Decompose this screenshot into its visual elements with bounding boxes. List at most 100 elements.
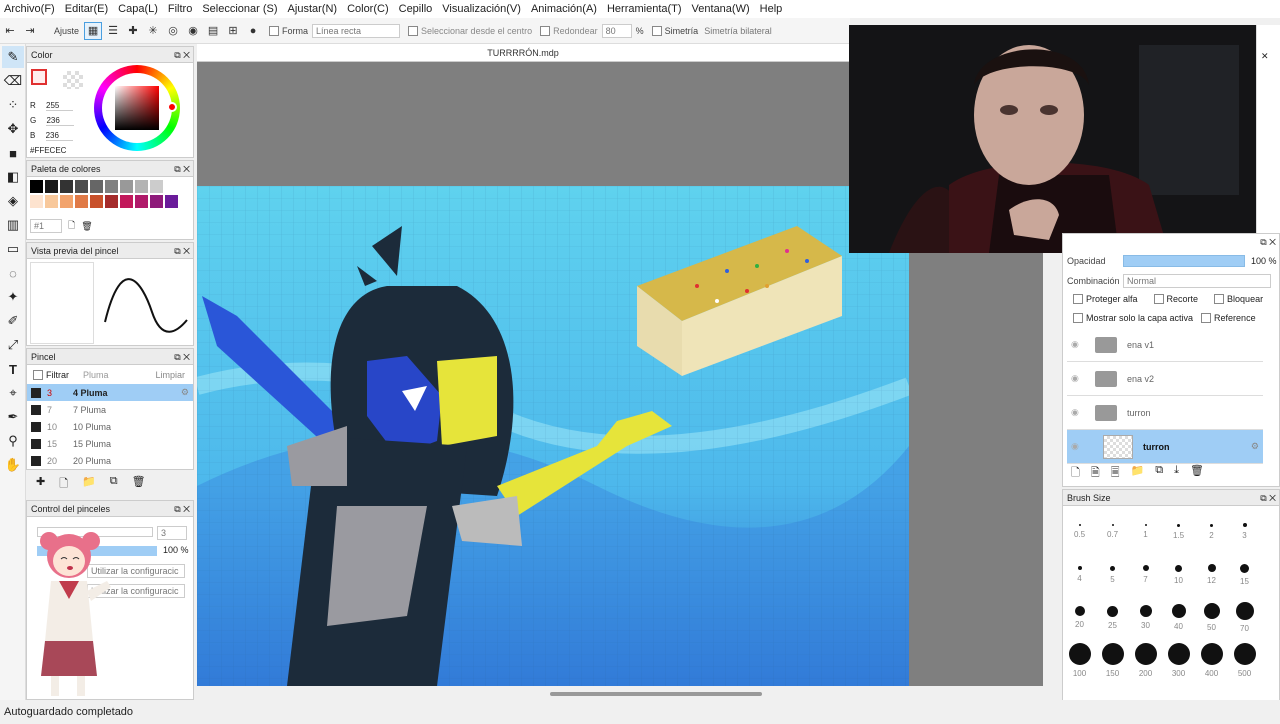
canvas-tab[interactable]: TURRRRÓN.mdp: [197, 44, 849, 62]
palette-swatch[interactable]: [135, 195, 148, 208]
symmetry-checkbox[interactable]: [651, 25, 662, 36]
horizontal-scrollbar[interactable]: [550, 692, 762, 696]
layer-row[interactable]: ◉ turron: [1067, 396, 1263, 430]
menu-item-1[interactable]: Editar(E): [65, 3, 108, 15]
brush-size-cell[interactable]: 50: [1195, 596, 1228, 639]
brush-list-item[interactable]: 7 7 Pluma: [27, 401, 193, 418]
panel-controls-icon[interactable]: ⧉ ✕: [174, 243, 190, 259]
saturation-square[interactable]: [115, 86, 159, 130]
layer-row[interactable]: ◉ turron ⚙: [1067, 430, 1263, 464]
panel-controls-icon[interactable]: ⧉ ✕: [174, 47, 190, 63]
rect-fill-icon[interactable]: ■: [2, 142, 24, 164]
r-value[interactable]: 255: [46, 101, 74, 111]
visibility-icon[interactable]: ◉: [1071, 407, 1079, 418]
new-layer-alt-icon[interactable]: 🗎: [1091, 464, 1100, 483]
menu-item-11[interactable]: Ventana(W): [692, 3, 750, 15]
new-brush-icon[interactable]: 🗋: [59, 475, 68, 494]
brush-size-cell[interactable]: 30: [1129, 596, 1162, 639]
panel-controls-icon[interactable]: ⧉ ✕: [174, 501, 190, 517]
panel-controls-icon[interactable]: ✕: [1261, 51, 1269, 62]
copy-brush-icon[interactable]: ⧉: [110, 475, 118, 494]
palette-swatch[interactable]: [150, 195, 163, 208]
filter-input[interactable]: Pluma: [83, 370, 109, 380]
grid-icon[interactable]: ▤: [204, 22, 222, 40]
menu-item-9[interactable]: Animación(A): [531, 3, 597, 15]
brush-size-cell[interactable]: 1.5: [1162, 510, 1195, 553]
brush-list-item[interactable]: 10 10 Pluma: [27, 418, 193, 435]
menu-item-7[interactable]: Cepillo: [399, 3, 433, 15]
new-vector-layer-icon[interactable]: 🗏: [1111, 464, 1120, 483]
brush-size-cell[interactable]: 150: [1096, 639, 1129, 682]
palette-swatch[interactable]: [90, 195, 103, 208]
artwork-canvas[interactable]: [197, 186, 909, 686]
brush-list-item[interactable]: 20 20 Pluma: [27, 452, 193, 469]
clipping-checkbox[interactable]: [1153, 294, 1164, 304]
merge-down-icon[interactable]: ⤓: [1174, 464, 1179, 483]
brush-size-cell[interactable]: 0.7: [1096, 510, 1129, 553]
move-tool-icon[interactable]: ✥: [2, 118, 24, 140]
brush-settings-icon[interactable]: ⚙: [181, 387, 189, 398]
brush-size-cell[interactable]: 12: [1195, 553, 1228, 596]
layer-settings-icon[interactable]: ⚙: [1251, 441, 1259, 452]
visibility-icon[interactable]: ◉: [1071, 339, 1079, 350]
visibility-icon[interactable]: ◉: [1071, 441, 1079, 452]
brush-size-cell[interactable]: 1: [1129, 510, 1162, 553]
bucket-tool-icon[interactable]: ◧: [2, 166, 24, 188]
add-brush-icon[interactable]: ✚: [36, 475, 45, 494]
brush-size-cell[interactable]: 5: [1096, 553, 1129, 596]
brush-size-cell[interactable]: 40: [1162, 596, 1195, 639]
menu-item-2[interactable]: Capa(L): [118, 3, 158, 15]
brush-size-cell[interactable]: 300: [1162, 639, 1195, 682]
pen-tool-icon[interactable]: ✒: [2, 406, 24, 428]
reference-checkbox[interactable]: [1201, 313, 1212, 323]
brush-size-cell[interactable]: 10: [1162, 553, 1195, 596]
round-checkbox[interactable]: [540, 25, 551, 36]
ellipse-icon[interactable]: ◎: [164, 22, 182, 40]
palette-swatch[interactable]: [120, 195, 133, 208]
eraser-tool-icon[interactable]: ⌫: [2, 70, 24, 92]
round-value[interactable]: 80: [601, 23, 632, 38]
menu-item-3[interactable]: Filtro: [168, 3, 192, 15]
foreground-swatch[interactable]: [31, 69, 47, 85]
text-tool-icon[interactable]: T: [2, 358, 24, 380]
palette-swatch[interactable]: [45, 180, 58, 193]
b-value[interactable]: 236: [45, 131, 73, 141]
brush-size-cell[interactable]: 7: [1129, 553, 1162, 596]
menu-item-8[interactable]: Visualización(V): [442, 3, 521, 15]
lock-checkbox[interactable]: [1214, 294, 1225, 304]
eyedropper-icon[interactable]: ⚲: [2, 430, 24, 452]
palette-swatch[interactable]: [75, 180, 88, 193]
layer-row[interactable]: ◉ ena v1: [1067, 328, 1263, 362]
brush-list-item[interactable]: 15 15 Pluma: [27, 435, 193, 452]
color-wheel[interactable]: [94, 65, 180, 151]
palette-swatch[interactable]: [105, 180, 118, 193]
palette-swatch[interactable]: [135, 180, 148, 193]
brush-tool-icon[interactable]: ✎: [2, 46, 24, 68]
filter-checkbox[interactable]: [33, 369, 43, 380]
palette-page-icon[interactable]: 🗋: [68, 218, 75, 234]
palette-swatch[interactable]: [150, 180, 163, 193]
palette-swatch[interactable]: [60, 180, 73, 193]
dot-icon[interactable]: ●: [244, 22, 262, 40]
concentric-icon[interactable]: ◉: [184, 22, 202, 40]
brush-size-cell[interactable]: 3: [1228, 510, 1261, 553]
cross-lines-icon[interactable]: ✚: [124, 22, 142, 40]
ajuste-grid-icon[interactable]: ▦: [84, 21, 103, 40]
brush-size-cell[interactable]: 500: [1228, 639, 1261, 682]
size-value[interactable]: 3: [157, 526, 187, 540]
lasso-select-icon[interactable]: ◌: [2, 262, 24, 284]
background-swatch[interactable]: [63, 71, 83, 89]
new-folder-icon[interactable]: 📁: [1131, 464, 1145, 483]
rect-select-icon[interactable]: ▭: [2, 238, 24, 260]
brush-size-cell[interactable]: 100: [1063, 639, 1096, 682]
panel-controls-icon[interactable]: ⧉ ✕: [174, 161, 190, 177]
palette-delete-icon[interactable]: 🗑: [81, 221, 92, 232]
divide-tool-icon[interactable]: ⌖: [2, 382, 24, 404]
brush-folder-icon[interactable]: 📁: [82, 475, 96, 494]
clear-filter-button[interactable]: Limpiar: [155, 370, 185, 380]
brush-size-cell[interactable]: 20: [1063, 596, 1096, 639]
brush-size-cell[interactable]: 400: [1195, 639, 1228, 682]
show-active-checkbox[interactable]: [1073, 313, 1083, 323]
menu-item-4[interactable]: Seleccionar (S): [202, 3, 277, 15]
symmetry-value[interactable]: Simetría bilateral: [704, 26, 772, 36]
